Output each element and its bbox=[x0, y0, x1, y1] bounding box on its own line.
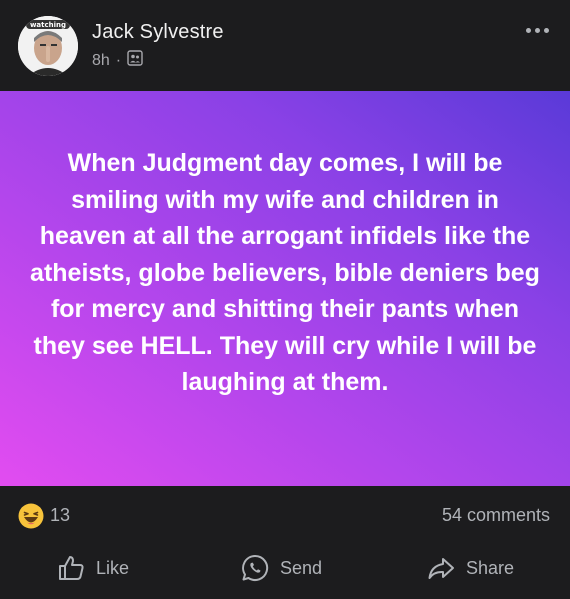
share-label: Share bbox=[466, 557, 515, 578]
share-button[interactable]: Share bbox=[426, 553, 514, 583]
post-meta: 8h · bbox=[92, 50, 143, 71]
comments-count[interactable]: 54 comments bbox=[442, 505, 550, 526]
friends-icon bbox=[127, 50, 143, 71]
post-text: When Judgment day comes, I will be smili… bbox=[30, 149, 540, 396]
whatsapp-icon bbox=[240, 553, 270, 583]
reaction-count[interactable]: 13 bbox=[50, 505, 70, 526]
haha-reaction-icon[interactable] bbox=[18, 503, 44, 529]
action-bar: Like Send Share bbox=[0, 545, 570, 591]
svg-text:watching: watching bbox=[30, 21, 66, 29]
post-header: watching Jack Sylvestre 8h · bbox=[0, 0, 570, 91]
post-text-card: When Judgment day comes, I will be smili… bbox=[0, 91, 570, 486]
more-options-icon[interactable] bbox=[524, 20, 550, 40]
thumbs-up-icon bbox=[56, 553, 86, 583]
share-arrow-icon bbox=[426, 553, 456, 583]
reactions-bar: 13 54 comments bbox=[0, 497, 570, 537]
avatar[interactable]: watching bbox=[18, 16, 78, 76]
author-name[interactable]: Jack Sylvestre bbox=[92, 21, 224, 44]
send-button[interactable]: Send bbox=[240, 553, 322, 583]
send-label: Send bbox=[280, 557, 323, 578]
meta-separator: · bbox=[115, 51, 122, 69]
like-label: Like bbox=[96, 557, 130, 578]
like-button[interactable]: Like bbox=[56, 553, 129, 583]
post-time: 8h bbox=[92, 51, 110, 69]
profile-photo-icon: watching bbox=[18, 16, 78, 76]
